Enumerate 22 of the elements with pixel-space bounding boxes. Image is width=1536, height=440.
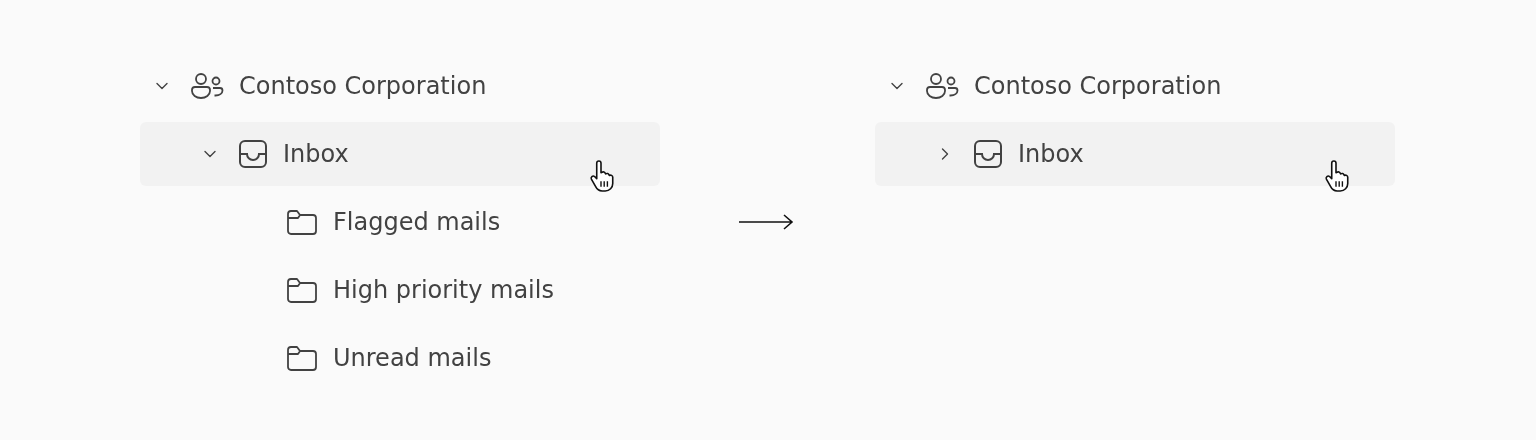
tree-item-label: Contoso Corporation [974,72,1222,100]
tree-item-label: Inbox [1018,140,1084,168]
folder-icon [286,208,318,236]
tree-item-label: Inbox [283,140,349,168]
arrow-icon [738,212,794,232]
hand-cursor-icon [588,160,614,192]
hand-cursor-icon [1323,160,1349,192]
inbox-icon [973,139,1003,169]
tree-item[interactable]: Contoso Corporation [140,54,660,118]
people-icon [190,72,224,100]
tree-item-label: High priority mails [333,276,554,304]
folder-icon [286,344,318,372]
tree-item-label: Flagged mails [333,208,501,236]
people-icon [925,72,959,100]
tree-item[interactable]: High priority mails [140,258,660,322]
tree-item[interactable]: Contoso Corporation [875,54,1395,118]
tree-item[interactable]: Flagged mails [140,190,660,254]
tree-item-label: Unread mails [333,344,492,372]
inbox-icon [238,139,268,169]
tree-item[interactable]: Unread mails [140,326,660,390]
folder-icon [286,276,318,304]
tree-item-label: Contoso Corporation [239,72,487,100]
